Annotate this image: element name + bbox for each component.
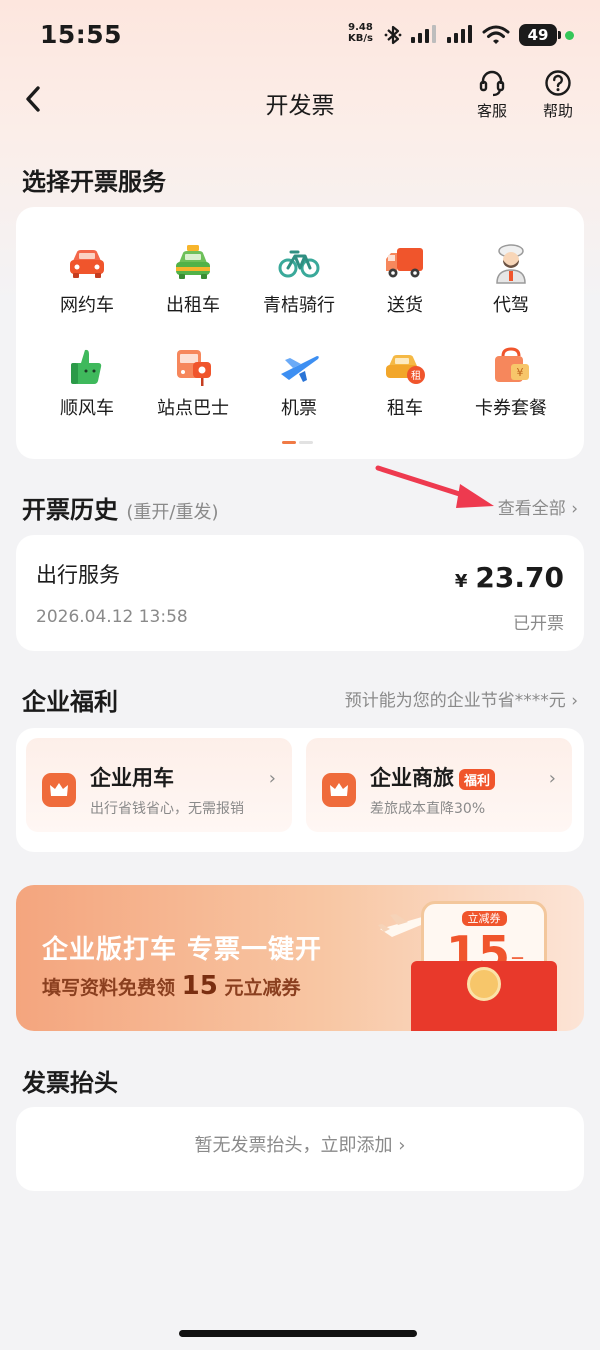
network-speed-unit: KB/s [348, 33, 373, 44]
service-label: 网约车 [60, 295, 114, 316]
history-amount-value: 23.70 [475, 561, 564, 594]
invoice-header-section-title: 发票抬头 [22, 1069, 118, 1097]
customer-service-button[interactable]: 客服 [464, 68, 520, 121]
service-label: 租车 [387, 398, 423, 419]
customer-service-label: 客服 [476, 102, 507, 120]
service-bike[interactable]: 青桔骑行 [246, 241, 352, 317]
enterprise-travel-card[interactable]: 企业商旅 福利 差旅成本直降30% › [306, 738, 572, 832]
charging-dot [565, 31, 574, 40]
help-icon [545, 70, 571, 96]
service-label: 送货 [387, 295, 423, 316]
coupon-illustration: 立减券 15元 [411, 901, 557, 1031]
promo-sub-amount: 15 [181, 971, 218, 1001]
history-section-title: 开票历史 (重开/重发) [22, 490, 218, 525]
chevron-right-icon: › [268, 768, 276, 789]
benefit-desc: 出行省钱省心，无需报销 [90, 801, 244, 817]
service-label: 代驾 [493, 295, 529, 316]
help-button[interactable]: 帮助 [530, 68, 586, 121]
battery-indicator: 49 [519, 24, 561, 46]
services-section-title: 选择开票服务 [22, 168, 166, 196]
taxi-icon [176, 245, 210, 279]
driver-icon [496, 244, 526, 284]
service-label: 机票 [281, 398, 317, 419]
crown-icon [322, 773, 356, 807]
service-carpool[interactable]: 顺风车 [34, 344, 140, 420]
enterprise-car-card[interactable]: 企业用车 出行省钱省心，无需报销 › [26, 738, 292, 832]
benefit-title: 企业商旅 福利 [370, 762, 496, 792]
home-indicator[interactable] [179, 1330, 417, 1337]
rental-car-icon: 租 [386, 355, 425, 384]
service-designated-driver[interactable]: 代驾 [458, 241, 564, 317]
view-all-label: 查看全部 [497, 499, 566, 519]
chevron-right-icon: › [571, 499, 578, 519]
promo-headline: 企业版打车 专票一键开 [42, 935, 323, 965]
signal-icon-2 [447, 25, 472, 43]
coupon-label: 立减券 [424, 910, 544, 926]
service-delivery[interactable]: 送货 [352, 241, 458, 317]
bus-icon [177, 350, 211, 386]
plane-icon [281, 356, 319, 382]
coupon-bag-icon: ¥ [495, 347, 529, 382]
thumbs-up-icon [71, 349, 102, 384]
svg-text:租: 租 [411, 369, 421, 382]
promo-sub-suffix: 元立减券 [224, 977, 301, 999]
services-card: 网约车 出租车 青桔骑行 送货 代驾 顺风车 站点巴士 机票 租 租车 ¥ 卡券… [16, 207, 584, 459]
benefit-tag: 福利 [459, 768, 496, 790]
service-label: 顺风车 [60, 398, 114, 419]
chevron-right-icon: › [571, 691, 578, 711]
pager-dot [299, 441, 313, 444]
bike-icon [278, 250, 320, 278]
service-flight[interactable]: 机票 [246, 344, 352, 420]
service-station-bus[interactable]: 站点巴士 [140, 344, 246, 420]
history-amount: ¥23.70 [455, 561, 564, 594]
envelope-seal-icon [467, 967, 501, 1001]
history-currency: ¥ [454, 571, 468, 592]
promo-subline: 填写资料免费领 15 元立减券 [42, 971, 300, 1001]
pager-dot-active [282, 441, 296, 444]
benefits-section-title: 企业福利 [22, 688, 118, 716]
status-time: 15:55 [40, 20, 123, 49]
car-icon [70, 250, 104, 278]
bluetooth-icon [384, 25, 402, 45]
benefit-title: 企业用车 [90, 766, 174, 790]
benefit-title-text: 企业商旅 [370, 766, 454, 790]
chevron-right-icon: › [548, 768, 556, 789]
svg-text:¥: ¥ [517, 366, 524, 379]
crown-icon [42, 773, 76, 807]
history-status: 已开票 [513, 614, 564, 634]
service-taxi[interactable]: 出租车 [140, 241, 246, 317]
help-label: 帮助 [542, 102, 573, 120]
service-label: 出租车 [166, 295, 220, 316]
chevron-right-icon: › [398, 1135, 406, 1156]
enterprise-promo-banner[interactable]: 企业版打车 专票一键开 填写资料免费领 15 元立减券 立减券 15元 [16, 885, 584, 1031]
truck-icon [386, 248, 423, 278]
benefits-card: 企业用车 出行省钱省心，无需报销 › 企业商旅 福利 差旅成本直降30% › [16, 728, 584, 852]
network-speed-value: 9.48 [348, 22, 373, 33]
service-ride-hailing[interactable]: 网约车 [34, 241, 140, 317]
service-coupon-package[interactable]: ¥ 卡券套餐 [458, 344, 564, 420]
service-label: 卡券套餐 [475, 398, 547, 419]
view-all-link[interactable]: 查看全部 › [498, 494, 578, 519]
service-car-rental[interactable]: 租 租车 [352, 344, 458, 420]
services-pager [282, 429, 316, 448]
history-date: 2026.04.12 13:58 [36, 607, 188, 627]
empty-header-text: 暂无发票抬头，立即添加 [194, 1135, 393, 1156]
network-speed: 9.48 KB/s [348, 22, 373, 44]
annotation-arrow-icon [375, 465, 494, 508]
add-invoice-header-link[interactable]: 暂无发票抬头，立即添加 › [0, 1131, 600, 1157]
service-label: 青桔骑行 [263, 295, 335, 316]
wifi-icon [482, 25, 510, 44]
promo-sub-prefix: 填写资料免费领 [42, 977, 176, 999]
history-service: 出行服务 [36, 563, 120, 587]
status-bar: 15:55 9.48 KB/s 49 [0, 0, 600, 70]
history-subtitle: (重开/重发) [126, 502, 219, 523]
benefits-savings-link[interactable]: 预计能为您的企业节省****元 › [345, 686, 578, 711]
benefits-hint: 预计能为您的企业节省****元 [344, 691, 566, 711]
signal-icon-1 [411, 25, 436, 43]
invoice-history-card[interactable]: 出行服务 ¥23.70 2026.04.12 13:58 已开票 [16, 535, 584, 651]
benefit-desc: 差旅成本直降30% [370, 801, 486, 817]
headset-icon [479, 70, 505, 97]
service-label: 站点巴士 [157, 398, 229, 419]
history-title: 开票历史 [22, 496, 118, 524]
